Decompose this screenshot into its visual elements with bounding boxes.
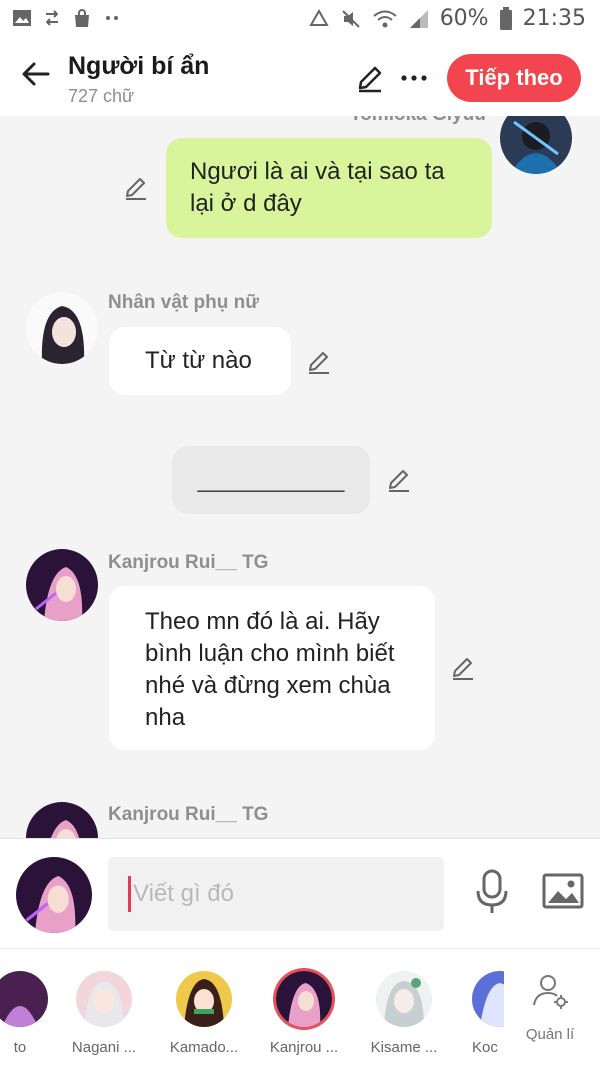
sender-name: Kanjrou Rui__ TG (108, 804, 269, 825)
status-bar: 60% 21:35 (0, 0, 600, 40)
signal-icon (409, 9, 428, 28)
character-avatar (472, 971, 504, 1027)
avatar[interactable] (26, 802, 98, 838)
character-name: Kamado... (169, 1039, 239, 1056)
back-arrow-icon[interactable] (18, 56, 54, 92)
character-name: Nagani ... (71, 1039, 137, 1056)
character-item[interactable]: Kanjrou ... (264, 971, 344, 1056)
character-name: to (13, 1039, 27, 1056)
character-item[interactable]: to (0, 971, 60, 1056)
character-item[interactable]: Koc (444, 971, 504, 1056)
shopping-bag-icon (75, 9, 89, 27)
character-item[interactable]: Kamado... (164, 971, 244, 1056)
word-count: 727 chữ (68, 86, 135, 106)
message-input[interactable]: Viết gì đó (108, 857, 444, 931)
message-bubble[interactable]: Theo mn đó là ai. Hãy bình luận cho mình… (109, 586, 435, 750)
avatar[interactable] (26, 549, 98, 621)
edit-message-icon[interactable] (385, 466, 413, 494)
wifi-icon (373, 10, 397, 27)
chat-area[interactable]: Tomioka Giyuu Ngươi là ai và tại sao ta … (0, 116, 600, 838)
gallery-icon (13, 10, 31, 26)
character-avatar (376, 971, 432, 1027)
microphone-icon[interactable] (474, 869, 510, 915)
user-settings-icon (533, 975, 568, 1009)
avatar[interactable] (500, 116, 572, 174)
sender-name: Tomioka Giyuu (350, 116, 486, 126)
edit-message-icon[interactable] (449, 654, 477, 682)
message-input-placeholder: Viết gì đó (133, 880, 234, 907)
clock: 21:35 (522, 6, 586, 31)
edit-message-icon[interactable] (305, 348, 333, 376)
character-name: Kisame ... (370, 1039, 438, 1056)
text-caret (128, 876, 131, 912)
manage-label: Quản lí (525, 1026, 575, 1043)
mute-icon (341, 9, 360, 28)
status-right: 60% 21:35 (308, 6, 586, 31)
more-options-icon[interactable] (398, 62, 430, 94)
character-avatar (276, 971, 332, 1027)
transfer-icon (45, 10, 59, 26)
next-button[interactable]: Tiếp theo (447, 54, 581, 102)
character-strip[interactable]: to Nagani ... Kamado... Kanjrou ... Kisa… (0, 948, 600, 1067)
composer-bar: Viết gì đó (0, 838, 600, 948)
edit-message-icon[interactable] (122, 174, 150, 202)
character-avatar (0, 971, 48, 1027)
story-header: Người bí ẩn 727 chữ Tiếp theo (0, 40, 600, 116)
character-name: Koc (472, 1039, 498, 1056)
dots-icon (106, 16, 118, 20)
battery-percent: 60% (439, 6, 489, 31)
selected-character-avatar[interactable] (16, 857, 92, 933)
character-item[interactable]: Nagani ... (64, 971, 144, 1056)
character-avatar (76, 971, 132, 1027)
character-item[interactable]: Kisame ... (364, 971, 444, 1056)
avatar[interactable] (26, 292, 98, 364)
battery-icon (499, 6, 512, 30)
sender-name: Kanjrou Rui__ TG (108, 552, 269, 573)
character-name: Kanjrou ... (269, 1039, 339, 1056)
sender-name: Nhân vật phụ nữ (108, 292, 259, 313)
story-title: Người bí ẩn (68, 52, 210, 80)
message-bubble[interactable]: Ngươi là ai và tại sao ta lại ở d đây (166, 138, 492, 238)
narration-bubble[interactable]: ___________ (172, 446, 370, 514)
message-bubble[interactable]: Từ từ nào (109, 327, 291, 395)
status-left-icons (12, 8, 122, 28)
edit-pencil-icon[interactable] (354, 62, 386, 94)
image-icon[interactable] (542, 873, 584, 909)
character-avatar (176, 971, 232, 1027)
recycle-icon (308, 8, 329, 26)
manage-characters-button[interactable]: Quản lí (520, 971, 580, 1043)
